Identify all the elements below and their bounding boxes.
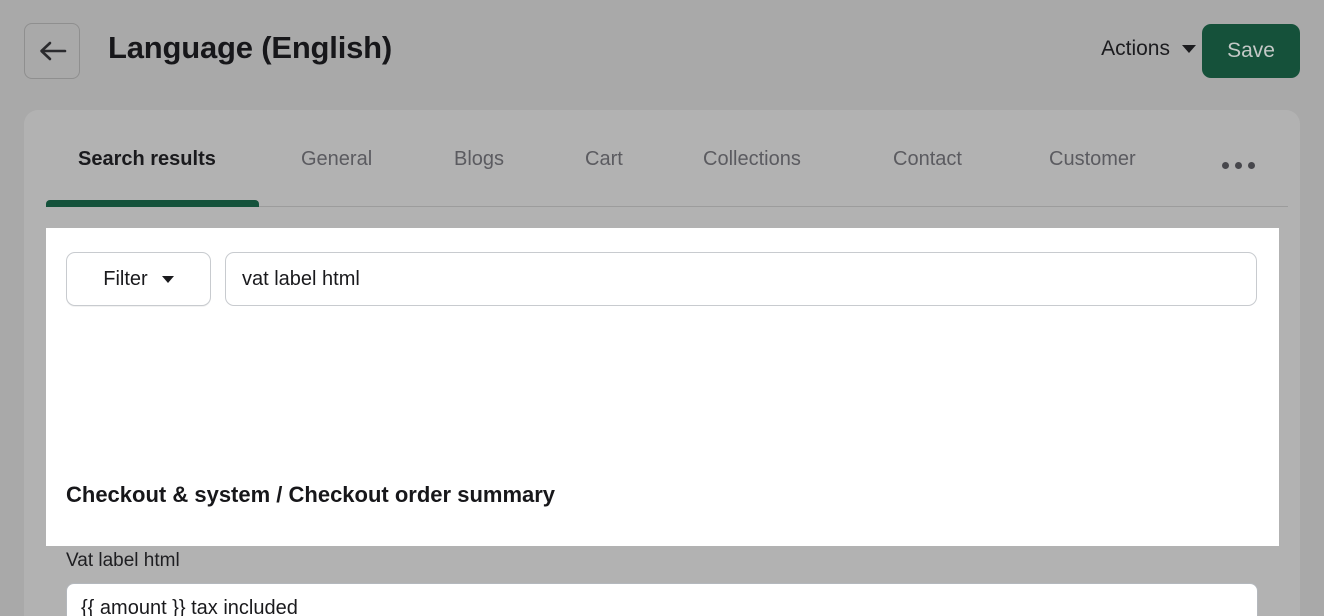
tab-blogs[interactable]: Blogs — [454, 148, 504, 171]
ellipsis-dot — [1235, 162, 1242, 169]
tab-customer[interactable]: Customer — [1049, 148, 1136, 171]
page-header: Language (English) Actions Save — [0, 0, 1324, 102]
language-settings-page: Language (English) Actions Save Search r… — [0, 0, 1324, 616]
search-results-card: Filter Checkout & system / Checkout orde… — [46, 228, 1279, 616]
back-button[interactable] — [24, 23, 80, 79]
result-group-heading: Checkout & system / Checkout order summa… — [66, 482, 556, 507]
filter-toolbar: Filter — [66, 252, 1257, 306]
save-button[interactable]: Save — [1202, 24, 1300, 78]
field-label-vat-label-html: Vat label html — [66, 550, 180, 571]
ellipsis-icon[interactable] — [1222, 162, 1255, 169]
translations-panel: Search results General Blogs Cart Collec… — [24, 110, 1300, 616]
tab-collections[interactable]: Collections — [703, 148, 801, 171]
chevron-down-icon — [161, 275, 174, 283]
tab-general[interactable]: General — [301, 148, 372, 171]
actions-label: Actions — [1101, 37, 1170, 60]
ellipsis-dot — [1222, 162, 1229, 169]
actions-menu-button[interactable]: Actions — [1095, 33, 1202, 65]
chevron-down-icon — [1182, 45, 1196, 53]
search-input[interactable] — [225, 252, 1257, 306]
filter-label: Filter — [103, 267, 148, 290]
tab-search-results[interactable]: Search results — [78, 148, 216, 171]
filter-button[interactable]: Filter — [66, 252, 211, 306]
tab-contact[interactable]: Contact — [893, 148, 962, 171]
arrow-left-icon — [37, 39, 67, 63]
page-title: Language (English) — [108, 30, 393, 65]
ellipsis-dot — [1248, 162, 1255, 169]
tab-cart[interactable]: Cart — [585, 148, 623, 171]
active-tab-indicator — [46, 200, 259, 207]
vat-label-html-input[interactable] — [66, 583, 1258, 616]
tab-bar: Search results General Blogs Cart Collec… — [24, 110, 1300, 209]
